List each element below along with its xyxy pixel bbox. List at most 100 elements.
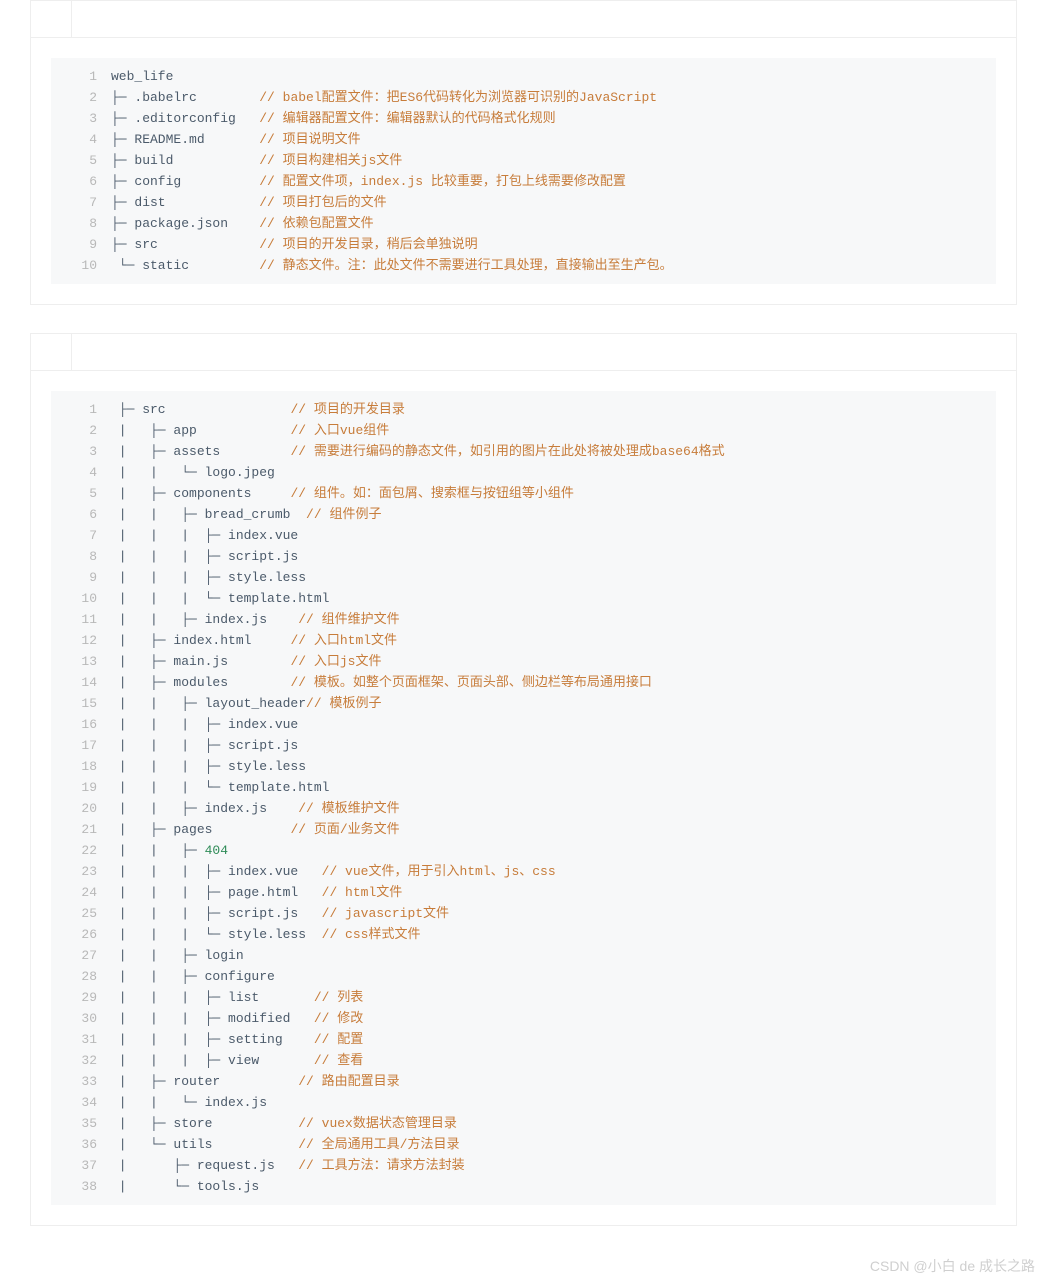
code-line: 35 | ├─ store // vuex数据状态管理目录 bbox=[51, 1113, 996, 1134]
line-number: 6 bbox=[51, 171, 111, 192]
line-number: 7 bbox=[51, 192, 111, 213]
code-block-body: 1 ├─ src // 项目的开发目录2 | ├─ app // 入口vue组件… bbox=[51, 391, 996, 1205]
code-line: 2├─ .babelrc // babel配置文件：把ES6代码转化为浏览器可识… bbox=[51, 87, 996, 108]
line-number: 4 bbox=[51, 129, 111, 150]
code-text: ├─ dist // 项目打包后的文件 bbox=[111, 192, 387, 213]
line-number: 16 bbox=[51, 714, 111, 735]
code-line: 32 | | | ├─ view // 查看 bbox=[51, 1050, 996, 1071]
code-block-header bbox=[31, 1, 1016, 38]
code-line: 27 | | ├─ login bbox=[51, 945, 996, 966]
code-text: ├─ package.json // 依赖包配置文件 bbox=[111, 213, 374, 234]
line-number: 32 bbox=[51, 1050, 111, 1071]
line-number: 12 bbox=[51, 630, 111, 651]
code-text: ├─ build // 项目构建相关js文件 bbox=[111, 150, 402, 171]
line-number: 34 bbox=[51, 1092, 111, 1113]
code-text: | | ├─ index.js // 组件维护文件 bbox=[111, 609, 400, 630]
code-text: | └─ tools.js bbox=[111, 1176, 259, 1197]
code-line: 4├─ README.md // 项目说明文件 bbox=[51, 129, 996, 150]
line-number: 19 bbox=[51, 777, 111, 798]
code-line: 7├─ dist // 项目打包后的文件 bbox=[51, 192, 996, 213]
code-line: 34 | | └─ index.js bbox=[51, 1092, 996, 1113]
code-text: | | ├─ 404 bbox=[111, 840, 228, 861]
code-line: 33 | ├─ router // 路由配置目录 bbox=[51, 1071, 996, 1092]
code-line: 16 | | | ├─ index.vue bbox=[51, 714, 996, 735]
code-line: 37 | ├─ request.js // 工具方法：请求方法封装 bbox=[51, 1155, 996, 1176]
code-text: | ├─ router // 路由配置目录 bbox=[111, 1071, 400, 1092]
code-line: 30 | | | ├─ modified // 修改 bbox=[51, 1008, 996, 1029]
code-text: | | └─ index.js bbox=[111, 1092, 267, 1113]
code-text: | | ├─ index.js // 模板维护文件 bbox=[111, 798, 400, 819]
code-line: 1web_life bbox=[51, 66, 996, 87]
code-text: | | | ├─ page.html // html文件 bbox=[111, 882, 402, 903]
code-line: 12 | ├─ index.html // 入口html文件 bbox=[51, 630, 996, 651]
line-number: 24 bbox=[51, 882, 111, 903]
code-text: | | | └─ style.less // css样式文件 bbox=[111, 924, 420, 945]
line-number: 11 bbox=[51, 609, 111, 630]
line-number: 6 bbox=[51, 504, 111, 525]
code-line: 29 | | | ├─ list // 列表 bbox=[51, 987, 996, 1008]
line-number: 37 bbox=[51, 1155, 111, 1176]
code-line: 26 | | | └─ style.less // css样式文件 bbox=[51, 924, 996, 945]
code-text: | | | ├─ view // 查看 bbox=[111, 1050, 363, 1071]
code-line: 5 | ├─ components // 组件。如：面包屑、搜索框与按钮组等小组… bbox=[51, 483, 996, 504]
code-line: 7 | | | ├─ index.vue bbox=[51, 525, 996, 546]
code-text: | | | ├─ index.vue bbox=[111, 525, 298, 546]
line-number: 7 bbox=[51, 525, 111, 546]
code-text: | | | ├─ script.js bbox=[111, 735, 298, 756]
code-line: 4 | | └─ logo.jpeg bbox=[51, 462, 996, 483]
code-line: 5├─ build // 项目构建相关js文件 bbox=[51, 150, 996, 171]
code-text: | | | ├─ setting // 配置 bbox=[111, 1029, 363, 1050]
code-line: 14 | ├─ modules // 模板。如整个页面框架、页面头部、侧边栏等布… bbox=[51, 672, 996, 693]
code-line: 6├─ config // 配置文件项，index.js 比较重要，打包上线需要… bbox=[51, 171, 996, 192]
code-text: | | └─ logo.jpeg bbox=[111, 462, 275, 483]
code-line: 38 | └─ tools.js bbox=[51, 1176, 996, 1197]
code-text: | └─ utils // 全局通用工具/方法目录 bbox=[111, 1134, 459, 1155]
code-text: | | ├─ bread_crumb // 组件例子 bbox=[111, 504, 381, 525]
line-number: 13 bbox=[51, 651, 111, 672]
line-number: 10 bbox=[51, 255, 111, 276]
code-line: 15 | | ├─ layout_header// 模板例子 bbox=[51, 693, 996, 714]
code-text: | | | ├─ modified // 修改 bbox=[111, 1008, 363, 1029]
line-number: 1 bbox=[51, 66, 111, 87]
code-text: | | | ├─ style.less bbox=[111, 756, 306, 777]
line-number: 21 bbox=[51, 819, 111, 840]
line-number: 8 bbox=[51, 546, 111, 567]
line-number: 35 bbox=[51, 1113, 111, 1134]
line-number: 5 bbox=[51, 150, 111, 171]
code-line: 36 | └─ utils // 全局通用工具/方法目录 bbox=[51, 1134, 996, 1155]
line-number: 29 bbox=[51, 987, 111, 1008]
line-number: 14 bbox=[51, 672, 111, 693]
line-number: 28 bbox=[51, 966, 111, 987]
code-text: | | | └─ template.html bbox=[111, 777, 329, 798]
code-text: | ├─ request.js // 工具方法：请求方法封装 bbox=[111, 1155, 465, 1176]
line-number: 36 bbox=[51, 1134, 111, 1155]
code-text: | ├─ components // 组件。如：面包屑、搜索框与按钮组等小组件 bbox=[111, 483, 574, 504]
code-line: 10 | | | └─ template.html bbox=[51, 588, 996, 609]
code-text: | ├─ app // 入口vue组件 bbox=[111, 420, 389, 441]
code-line: 19 | | | └─ template.html bbox=[51, 777, 996, 798]
line-number: 2 bbox=[51, 420, 111, 441]
code-text: ├─ config // 配置文件项，index.js 比较重要，打包上线需要修… bbox=[111, 171, 626, 192]
code-text: | ├─ pages // 页面/业务文件 bbox=[111, 819, 400, 840]
code-text: | | | ├─ style.less bbox=[111, 567, 306, 588]
code-text: | | | ├─ script.js bbox=[111, 546, 298, 567]
code-text: ├─ src // 项目的开发目录 bbox=[111, 399, 405, 420]
line-number: 3 bbox=[51, 108, 111, 129]
code-text: └─ static // 静态文件。注：此处文件不需要进行工具处理，直接输出至生… bbox=[111, 255, 673, 276]
code-line: 3 | ├─ assets // 需要进行编码的静态文件，如引用的图片在此处将被… bbox=[51, 441, 996, 462]
code-text: | ├─ main.js // 入口js文件 bbox=[111, 651, 381, 672]
line-number: 17 bbox=[51, 735, 111, 756]
code-line: 8 | | | ├─ script.js bbox=[51, 546, 996, 567]
code-line: 28 | | ├─ configure bbox=[51, 966, 996, 987]
line-number: 3 bbox=[51, 441, 111, 462]
code-text: | | | ├─ index.vue // vue文件，用于引入html、js、… bbox=[111, 861, 556, 882]
code-block-2: 1 ├─ src // 项目的开发目录2 | ├─ app // 入口vue组件… bbox=[30, 333, 1017, 1226]
code-line: 20 | | ├─ index.js // 模板维护文件 bbox=[51, 798, 996, 819]
line-number: 9 bbox=[51, 567, 111, 588]
code-text: | | | ├─ index.vue bbox=[111, 714, 298, 735]
line-number: 1 bbox=[51, 399, 111, 420]
code-text: | | | ├─ list // 列表 bbox=[111, 987, 363, 1008]
code-line: 1 ├─ src // 项目的开发目录 bbox=[51, 399, 996, 420]
code-text: web_life bbox=[111, 66, 173, 87]
line-number: 22 bbox=[51, 840, 111, 861]
